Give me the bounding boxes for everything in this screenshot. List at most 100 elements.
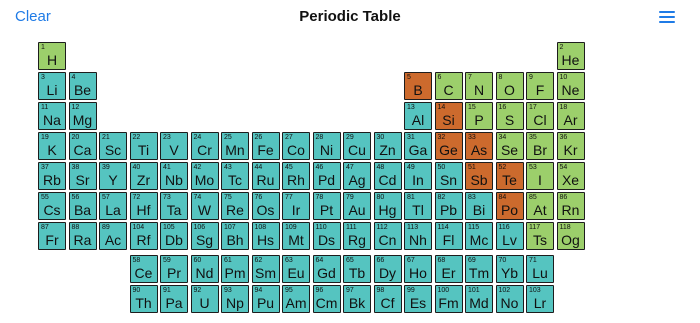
element-tl[interactable]: 81 Tl [404, 192, 432, 220]
element-er[interactable]: 68 Er [434, 255, 463, 283]
element-ne[interactable]: 10 Ne [556, 72, 585, 100]
element-fr[interactable]: 87 Fr [38, 222, 66, 250]
element-th[interactable]: 90 Th [129, 285, 158, 313]
element-sr[interactable]: 38 Sr [68, 162, 97, 190]
element-hs[interactable]: 108 Hs [251, 222, 280, 250]
element-tb[interactable]: 65 Tb [343, 255, 371, 283]
element-he[interactable]: 2 He [556, 42, 585, 70]
element-ba[interactable]: 56 Ba [68, 192, 97, 220]
element-mt[interactable]: 109 Mt [282, 222, 310, 250]
element-pu[interactable]: 94 Pu [251, 285, 280, 313]
element-y[interactable]: 39 Y [99, 162, 127, 190]
element-pa[interactable]: 91 Pa [160, 285, 188, 313]
element-no[interactable]: 102 No [495, 285, 524, 313]
element-p[interactable]: 15 P [465, 102, 493, 130]
element-ho[interactable]: 67 Ho [404, 255, 432, 283]
element-rb[interactable]: 37 Rb [38, 162, 66, 190]
element-in[interactable]: 49 In [404, 162, 432, 190]
element-ar[interactable]: 18 Ar [556, 102, 585, 130]
element-h[interactable]: 1H [38, 42, 66, 70]
element-s[interactable]: 16 S [495, 102, 524, 130]
element-rn[interactable]: 86 Rn [556, 192, 585, 220]
element-gd[interactable]: 64 Gd [312, 255, 341, 283]
element-fe[interactable]: 26 Fe [251, 132, 280, 160]
element-v[interactable]: 23 V [160, 132, 188, 160]
element-po[interactable]: 84 Po [495, 192, 524, 220]
element-u[interactable]: 92 U [190, 285, 219, 313]
element-ag[interactable]: 47 Ag [343, 162, 371, 190]
element-og[interactable]: 118 Og [556, 222, 585, 250]
element-mn[interactable]: 25 Mn [221, 132, 249, 160]
element-si[interactable]: 14 Si [434, 102, 463, 130]
element-tm[interactable]: 69 Tm [465, 255, 493, 283]
element-b[interactable]: 5B [404, 72, 432, 100]
element-rh[interactable]: 45 Rh [282, 162, 310, 190]
element-db[interactable]: 105 Db [160, 222, 188, 250]
element-la[interactable]: 57 La [99, 192, 127, 220]
element-bh[interactable]: 107 Bh [221, 222, 249, 250]
element-au[interactable]: 79 Au [343, 192, 371, 220]
element-cu[interactable]: 29 Cu [343, 132, 371, 160]
element-li[interactable]: 3 Li [38, 72, 66, 100]
element-ge[interactable]: 32 Ge [434, 132, 463, 160]
element-pd[interactable]: 46 Pd [312, 162, 341, 190]
element-sc[interactable]: 21 Sc [99, 132, 127, 160]
element-cf[interactable]: 98 Cf [373, 285, 402, 313]
element-pt[interactable]: 78 Pt [312, 192, 341, 220]
element-re[interactable]: 75 Re [221, 192, 249, 220]
element-n[interactable]: 7N [465, 72, 493, 100]
element-ni[interactable]: 28 Ni [312, 132, 341, 160]
element-cd[interactable]: 48 Cd [373, 162, 402, 190]
element-se[interactable]: 34 Se [495, 132, 524, 160]
element-xe[interactable]: 54 Xe [556, 162, 585, 190]
element-dy[interactable]: 66 Dy [373, 255, 402, 283]
element-ts[interactable]: 117 Ts [526, 222, 554, 250]
element-sn[interactable]: 50 Sn [434, 162, 463, 190]
element-tc[interactable]: 43 Tc [221, 162, 249, 190]
element-pm[interactable]: 61 Pm [221, 255, 249, 283]
element-eu[interactable]: 63 Eu [282, 255, 310, 283]
element-os[interactable]: 76 Os [251, 192, 280, 220]
element-ca[interactable]: 20 Ca [68, 132, 97, 160]
element-ta[interactable]: 73 Ta [160, 192, 188, 220]
element-cm[interactable]: 96 Cm [312, 285, 341, 313]
element-zn[interactable]: 30 Zn [373, 132, 402, 160]
element-sg[interactable]: 106 Sg [190, 222, 219, 250]
element-mo[interactable]: 42 Mo [190, 162, 219, 190]
element-ac[interactable]: 89 Ac [99, 222, 127, 250]
element-hf[interactable]: 72 Hf [129, 192, 158, 220]
element-at[interactable]: 85 At [526, 192, 554, 220]
element-ra[interactable]: 88 Ra [68, 222, 97, 250]
element-be[interactable]: 4 Be [68, 72, 97, 100]
element-yb[interactable]: 70 Yb [495, 255, 524, 283]
element-cr[interactable]: 24 Cr [190, 132, 219, 160]
element-nd[interactable]: 60 Nd [190, 255, 219, 283]
element-o[interactable]: 8O [495, 72, 524, 100]
element-cs[interactable]: 55 Cs [38, 192, 66, 220]
element-na[interactable]: 11 Na [38, 102, 66, 130]
element-c[interactable]: 6C [434, 72, 463, 100]
element-al[interactable]: 13 Al [404, 102, 432, 130]
element-ga[interactable]: 31 Ga [404, 132, 432, 160]
element-co[interactable]: 27 Co [282, 132, 310, 160]
element-sm[interactable]: 62 Sm [251, 255, 280, 283]
element-rf[interactable]: 104 Rf [129, 222, 158, 250]
element-lv[interactable]: 116 Lv [495, 222, 524, 250]
element-ce[interactable]: 58 Ce [129, 255, 158, 283]
element-br[interactable]: 35 Br [526, 132, 554, 160]
element-kr[interactable]: 36 Kr [556, 132, 585, 160]
element-hg[interactable]: 80 Hg [373, 192, 402, 220]
element-zr[interactable]: 40 Zr [129, 162, 158, 190]
element-nb[interactable]: 41 Nb [160, 162, 188, 190]
element-lu[interactable]: 71 Lu [526, 255, 554, 283]
element-mc[interactable]: 115 Mc [465, 222, 493, 250]
element-md[interactable]: 101 Md [465, 285, 493, 313]
element-fm[interactable]: 100 Fm [434, 285, 463, 313]
element-cn[interactable]: 112 Cn [373, 222, 402, 250]
element-pr[interactable]: 59 Pr [160, 255, 188, 283]
element-am[interactable]: 95 Am [282, 285, 310, 313]
element-ds[interactable]: 110 Ds [312, 222, 341, 250]
element-te[interactable]: 52 Te [495, 162, 524, 190]
element-ru[interactable]: 44 Ru [251, 162, 280, 190]
element-sb[interactable]: 51 Sb [465, 162, 493, 190]
